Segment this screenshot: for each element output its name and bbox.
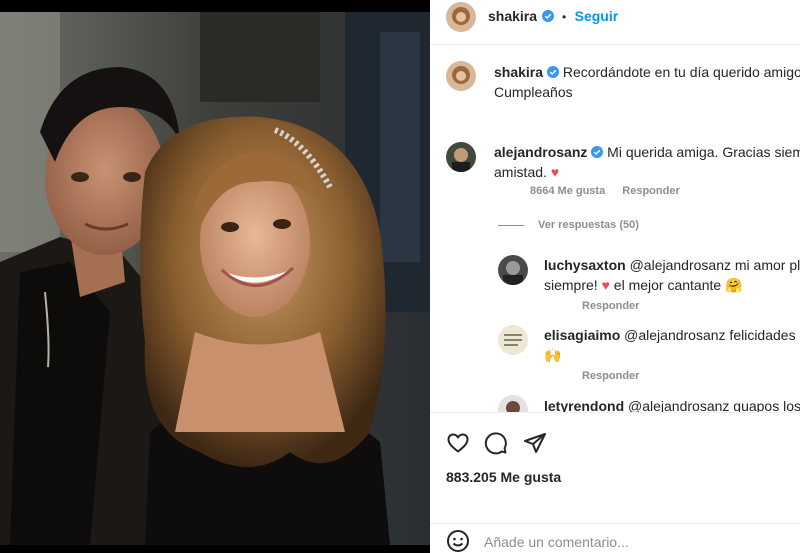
- comment-text: alejandrosanz Mi querida amiga. Gracias …: [494, 142, 800, 182]
- post-side-panel: shakira • Seguir shakira Recordándote en…: [430, 0, 800, 553]
- reply-text-line1: @alejandrosanz mi amor plato: [629, 257, 800, 273]
- reply-text: luchysaxton @alejandrosanz mi amor plato…: [544, 255, 800, 295]
- red-heart-emoji: ♥: [550, 164, 560, 180]
- comment-text-line1: Mi querida amiga. Gracias siempre: [607, 144, 800, 160]
- reply-button[interactable]: Responder: [582, 370, 653, 382]
- reply-button[interactable]: Responder: [582, 300, 653, 312]
- hugging-emoji: 🤗: [725, 277, 743, 293]
- comment-meta: 8664 Me gusta Responder: [530, 185, 694, 197]
- reply-text-line2b: el mejor cantante: [613, 277, 722, 293]
- paper-plane-icon[interactable]: [523, 431, 547, 455]
- replies-line: [498, 224, 524, 226]
- comment-bubble-icon[interactable]: [484, 431, 508, 455]
- comment-username[interactable]: alejandrosanz: [494, 144, 587, 160]
- view-replies-label: Ver respuestas (50): [538, 219, 639, 231]
- verified-badge-icon: [541, 10, 554, 22]
- reply-text-line2a: siempre!: [544, 277, 598, 293]
- add-comment-bar: [430, 523, 800, 553]
- verified-badge-icon: [546, 66, 559, 78]
- caption-avatar[interactable]: [446, 61, 476, 91]
- reply-text-line1: @alejandrosanz felicidades Gu: [624, 327, 800, 343]
- raised-hands-emoji: 🙌: [544, 347, 562, 363]
- likes-count[interactable]: 883.205 Me gusta: [446, 469, 561, 485]
- reply-avatar[interactable]: [498, 255, 528, 285]
- comment-text-line2: amistad.: [494, 164, 547, 180]
- reply-text: elisagiaimo @alejandrosanz felicidades G…: [544, 325, 800, 365]
- follow-button[interactable]: Seguir: [575, 8, 619, 24]
- comment-avatar[interactable]: [446, 142, 476, 172]
- reply-button[interactable]: Responder: [622, 185, 679, 197]
- author-avatar[interactable]: [446, 2, 476, 32]
- reply-button-label: Responder: [582, 300, 640, 312]
- post-actions: 883.205 Me gusta: [430, 412, 800, 553]
- caption-text-line1: Recordándote en tu día querido amigo. F: [562, 64, 800, 80]
- heart-outline-icon[interactable]: [446, 431, 470, 455]
- reply-avatar[interactable]: [498, 325, 528, 355]
- post-photo-image: [0, 12, 430, 545]
- view-replies-button[interactable]: Ver respuestas (50): [498, 219, 653, 231]
- author-username[interactable]: shakira: [488, 8, 537, 24]
- header-separator: •: [561, 10, 567, 24]
- reply-button-label: Responder: [582, 370, 640, 382]
- comment-likes[interactable]: 8664 Me gusta: [530, 185, 605, 197]
- red-heart-emoji: ♥: [601, 277, 610, 293]
- post-photo[interactable]: [0, 0, 430, 553]
- reply-username[interactable]: luchysaxton: [544, 257, 626, 273]
- post-caption: shakira Recordándote en tu día querido a…: [494, 62, 800, 102]
- smiley-icon[interactable]: [446, 529, 470, 553]
- verified-badge-icon: [591, 146, 604, 158]
- reply-username[interactable]: elisagiaimo: [544, 327, 620, 343]
- caption-username[interactable]: shakira: [494, 64, 543, 80]
- post-header: shakira • Seguir: [430, 0, 800, 45]
- caption-text-line2: Cumpleaños: [494, 84, 573, 100]
- comment-input[interactable]: [484, 534, 774, 550]
